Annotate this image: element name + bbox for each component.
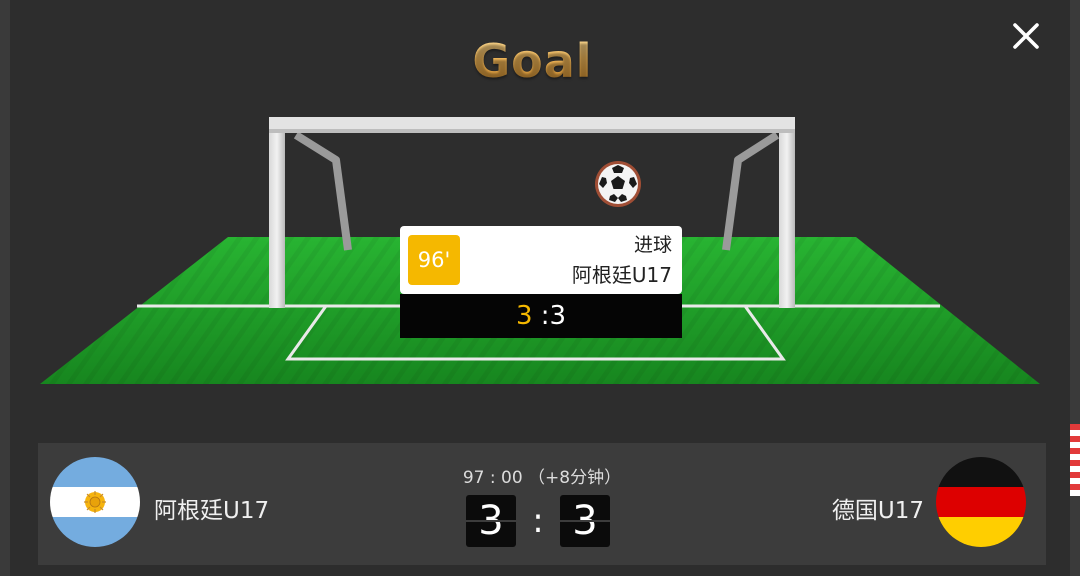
football-icon: [594, 160, 642, 208]
home-team-name: 阿根廷U17: [154, 498, 270, 524]
match-time: 97 : 00 （+8分钟）: [462, 468, 622, 488]
goal-back-left: [293, 131, 352, 251]
event-minute-badge: 96': [408, 235, 460, 285]
event-score-away: 3: [549, 301, 567, 331]
away-score: 3: [560, 495, 610, 547]
page: 96' 进球 阿根廷U17 3 :3 Goal 阿根廷U17 97: 00 （…: [0, 0, 1080, 576]
score-separator: :: [532, 501, 544, 541]
goal-crossbar-shade: [269, 129, 795, 133]
germany-flag-icon: [936, 457, 1026, 547]
goal-event-card: 96' 进球 阿根廷U17: [400, 226, 682, 294]
match-scorebar: 阿根廷U17 97 : 00 （+8分钟） 3 : 3 德国U17: [38, 443, 1046, 565]
modal-title: Goal: [10, 34, 1055, 88]
event-score-bar: 3 :3: [400, 294, 682, 338]
event-team-label: 阿根廷U17: [571, 263, 672, 287]
away-team-name: 德国U17: [831, 498, 924, 524]
backdrop-peek-element: [1070, 424, 1080, 496]
goal-post-left: [269, 118, 285, 308]
event-type-label: 进球: [633, 234, 672, 256]
goal-back-right: [722, 131, 780, 251]
goal-modal: 96' 进球 阿根廷U17 3 :3 Goal 阿根廷U17 97: 00 （…: [10, 0, 1070, 576]
event-score-separator: :: [532, 301, 550, 331]
goal-post-right: [779, 118, 795, 308]
close-icon[interactable]: [1006, 16, 1046, 56]
home-score: 3: [466, 495, 516, 547]
backdrop-edge-left: [0, 0, 10, 576]
close-button[interactable]: [1006, 16, 1046, 56]
event-score-home: 3: [515, 301, 533, 331]
